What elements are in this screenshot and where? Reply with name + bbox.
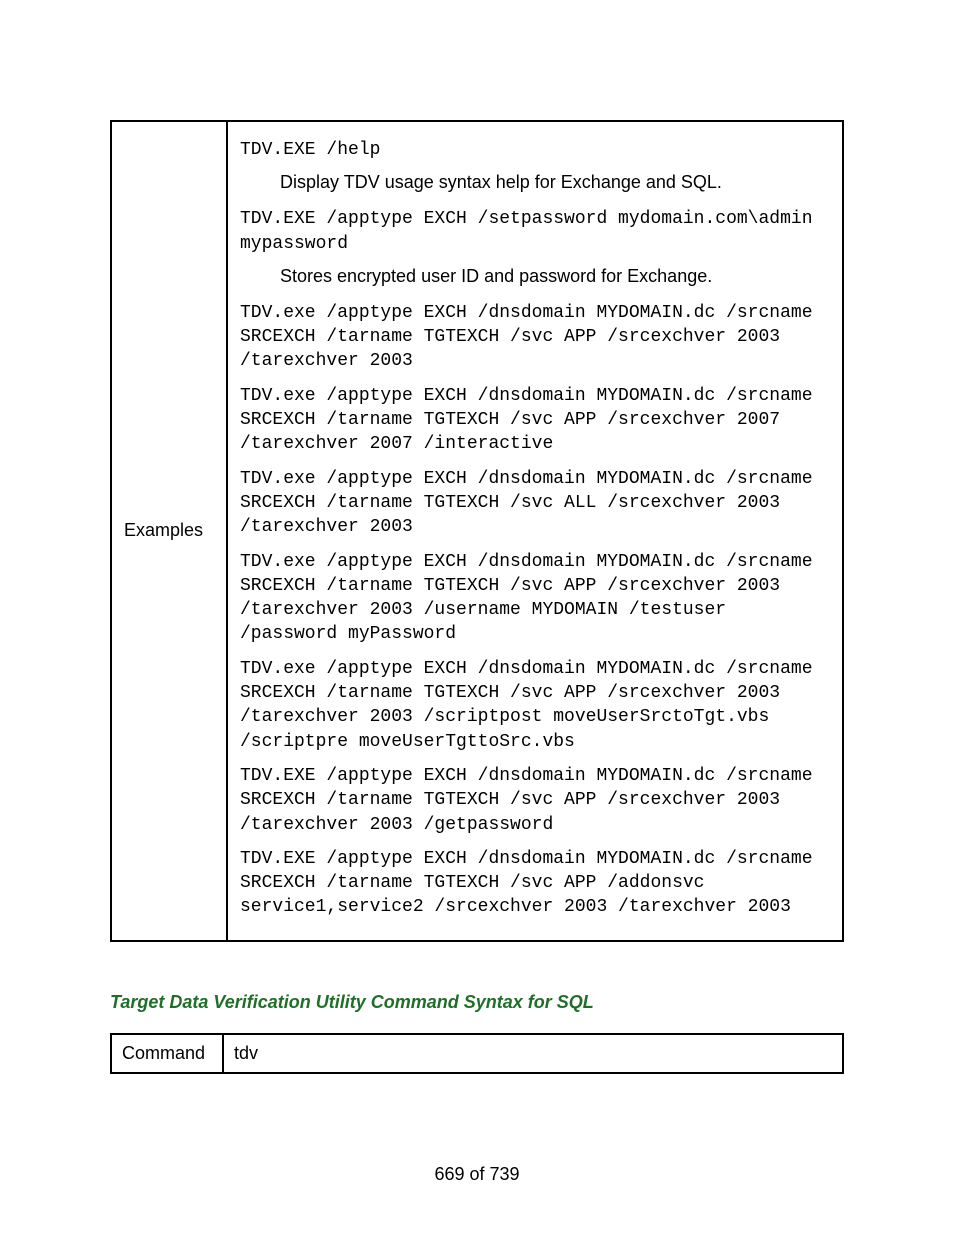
- examples-content-cell: TDV.EXE /help Display TDV usage syntax he…: [227, 121, 843, 941]
- code-example: TDV.EXE /apptype EXCH /setpassword mydom…: [240, 207, 830, 256]
- examples-table: Examples TDV.EXE /help Display TDV usage …: [110, 120, 844, 942]
- code-example: TDV.exe /apptype EXCH /dnsdomain MYDOMAI…: [240, 384, 830, 457]
- examples-label: Examples: [124, 520, 203, 540]
- command-label: Command: [122, 1043, 205, 1063]
- code-example: TDV.exe /apptype EXCH /dnsdomain MYDOMAI…: [240, 301, 830, 374]
- command-value: tdv: [234, 1043, 258, 1063]
- description-text: Stores encrypted user ID and password fo…: [280, 266, 830, 287]
- code-example: TDV.exe /apptype EXCH /dnsdomain MYDOMAI…: [240, 550, 830, 647]
- code-example: TDV.EXE /apptype EXCH /dnsdomain MYDOMAI…: [240, 847, 830, 920]
- command-table: Command tdv: [110, 1033, 844, 1074]
- command-label-cell: Command: [111, 1034, 223, 1073]
- page-number: 669 of 739: [0, 1164, 954, 1185]
- section-title: Target Data Verification Utility Command…: [110, 992, 844, 1013]
- code-example: TDV.exe /apptype EXCH /dnsdomain MYDOMAI…: [240, 467, 830, 540]
- code-example: TDV.EXE /apptype EXCH /dnsdomain MYDOMAI…: [240, 764, 830, 837]
- command-value-cell: tdv: [223, 1034, 843, 1073]
- code-example: TDV.exe /apptype EXCH /dnsdomain MYDOMAI…: [240, 657, 830, 754]
- examples-label-cell: Examples: [111, 121, 227, 941]
- code-example: TDV.EXE /help: [240, 138, 830, 162]
- description-text: Display TDV usage syntax help for Exchan…: [280, 172, 830, 193]
